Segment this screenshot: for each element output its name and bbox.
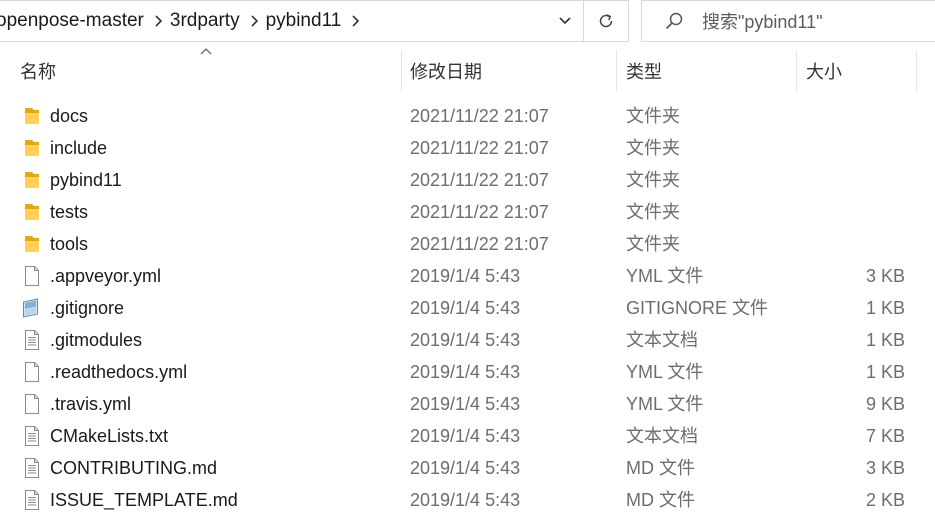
file-name: docs	[50, 106, 89, 126]
file-icon	[25, 394, 39, 414]
breadcrumb-item-3rdparty[interactable]: 3rdparty	[170, 10, 244, 32]
file-name: .appveyor.yml	[50, 266, 162, 286]
file-size: 3 KB	[865, 266, 905, 286]
chevron-right-icon[interactable]	[345, 14, 367, 28]
column-divider[interactable]	[916, 50, 917, 92]
breadcrumb-item-pybind11[interactable]: pybind11	[266, 10, 346, 32]
file-row[interactable]: CONTRIBUTING.md 2019/1/4 5:43 MD 文件 3 KB	[0, 452, 935, 484]
file-row[interactable]: ISSUE_TEMPLATE.md 2019/1/4 5:43 MD 文件 2 …	[0, 484, 935, 516]
file-date: 2021/11/22 21:07	[410, 170, 549, 190]
breadcrumb-item-openpose-master[interactable]: openpose-master	[0, 10, 148, 32]
file-row[interactable]: .gitmodules 2019/1/4 5:43 文本文档 1 KB	[0, 324, 935, 356]
file-date: 2019/1/4 5:43	[410, 426, 521, 446]
file-type: MD 文件	[626, 490, 695, 510]
file-date: 2021/11/22 21:07	[410, 202, 549, 222]
search-placeholder: 搜索"pybind11"	[702, 12, 823, 32]
file-name: .gitmodules	[50, 330, 143, 350]
file-type: 文本文档	[626, 330, 698, 350]
folder-icon	[25, 140, 39, 156]
file-size: 1 KB	[865, 362, 905, 382]
file-type: 文件夹	[626, 138, 680, 158]
file-name: CMakeLists.txt	[50, 426, 169, 446]
file-row[interactable]: .travis.yml 2019/1/4 5:43 YML 文件 9 KB	[0, 388, 935, 420]
search-icon	[665, 12, 683, 30]
file-row[interactable]: CMakeLists.txt 2019/1/4 5:43 文本文档 7 KB	[0, 420, 935, 452]
file-date: 2019/1/4 5:43	[410, 266, 521, 286]
file-list: docs 2021/11/22 21:07 文件夹 include 2021/1…	[0, 100, 935, 516]
file-date: 2019/1/4 5:43	[410, 298, 521, 318]
file-type: 文件夹	[626, 106, 680, 126]
column-divider[interactable]	[616, 50, 617, 92]
column-header-row: 名称 修改日期 类型 大小	[0, 48, 935, 92]
file-size: 3 KB	[865, 458, 905, 478]
file-type: 文本文档	[626, 426, 698, 446]
file-name: pybind11	[50, 170, 122, 190]
file-row[interactable]: .appveyor.yml 2019/1/4 5:43 YML 文件 3 KB	[0, 260, 935, 292]
text-file-icon	[25, 490, 39, 510]
file-date: 2019/1/4 5:43	[410, 458, 521, 478]
folder-icon	[25, 172, 39, 188]
file-row[interactable]: tests 2021/11/22 21:07 文件夹	[0, 196, 935, 228]
file-row[interactable]: docs 2021/11/22 21:07 文件夹	[0, 100, 935, 132]
file-icon	[25, 266, 39, 286]
chevron-right-icon[interactable]	[244, 14, 266, 28]
file-size: 2 KB	[865, 490, 905, 510]
file-size: 7 KB	[865, 426, 905, 446]
file-type: GITIGNORE 文件	[626, 298, 769, 318]
address-history-dropdown-button[interactable]	[546, 1, 583, 41]
refresh-button[interactable]	[583, 1, 628, 41]
file-row[interactable]: pybind11 2021/11/22 21:07 文件夹	[0, 164, 935, 196]
file-row[interactable]: tools 2021/11/22 21:07 文件夹	[0, 228, 935, 260]
file-name: tools	[50, 234, 89, 254]
file-date: 2019/1/4 5:43	[410, 330, 521, 350]
file-row[interactable]: .readthedocs.yml 2019/1/4 5:43 YML 文件 1 …	[0, 356, 935, 388]
column-header-type[interactable]: 类型	[626, 50, 662, 92]
breadcrumb: openpose-master 3rdparty pybind11	[0, 1, 546, 41]
file-date: 2019/1/4 5:43	[410, 362, 521, 382]
file-row[interactable]: .gitignore 2019/1/4 5:43 GITIGNORE 文件 1 …	[0, 292, 935, 324]
folder-icon	[25, 204, 39, 220]
column-header-date[interactable]: 修改日期	[410, 50, 482, 92]
file-name: CONTRIBUTING.md	[50, 458, 218, 478]
file-size: 1 KB	[865, 298, 905, 318]
file-name: .travis.yml	[50, 394, 131, 414]
file-type: 文件夹	[626, 202, 680, 222]
text-file-icon	[25, 330, 39, 350]
file-date: 2019/1/4 5:43	[410, 394, 521, 414]
folder-icon	[25, 236, 39, 252]
column-header-name[interactable]: 名称	[20, 50, 56, 92]
file-type: YML 文件	[626, 394, 704, 414]
folder-icon	[25, 108, 39, 124]
file-date: 2019/1/4 5:43	[410, 490, 521, 510]
chevron-right-icon[interactable]	[148, 14, 170, 28]
file-name: ISSUE_TEMPLATE.md	[50, 490, 238, 510]
chevron-down-icon	[559, 17, 571, 25]
file-name: tests	[50, 202, 89, 222]
file-date: 2021/11/22 21:07	[410, 106, 549, 126]
file-row[interactable]: include 2021/11/22 21:07 文件夹	[0, 132, 935, 164]
file-size: 1 KB	[865, 330, 905, 350]
text-file-icon	[25, 458, 39, 478]
column-divider[interactable]	[796, 50, 797, 92]
file-name: include	[50, 138, 108, 158]
file-type: 文件夹	[626, 234, 680, 254]
file-type: YML 文件	[626, 266, 704, 286]
column-header-size[interactable]: 大小	[806, 50, 842, 92]
gitignore-file-icon	[23, 298, 38, 318]
text-file-icon	[25, 426, 39, 446]
sort-ascending-icon	[200, 48, 212, 55]
file-date: 2021/11/22 21:07	[410, 138, 549, 158]
file-type: MD 文件	[626, 458, 695, 478]
column-divider[interactable]	[401, 50, 402, 92]
address-bar[interactable]: openpose-master 3rdparty pybind11	[0, 0, 629, 42]
file-date: 2021/11/22 21:07	[410, 234, 549, 254]
file-icon	[25, 362, 39, 382]
file-size: 9 KB	[865, 394, 905, 414]
file-type: 文件夹	[626, 170, 680, 190]
search-input[interactable]: 搜索"pybind11"	[641, 0, 935, 42]
file-name: .gitignore	[50, 298, 125, 318]
refresh-icon	[599, 14, 613, 28]
file-type: YML 文件	[626, 362, 704, 382]
file-name: .readthedocs.yml	[50, 362, 188, 382]
